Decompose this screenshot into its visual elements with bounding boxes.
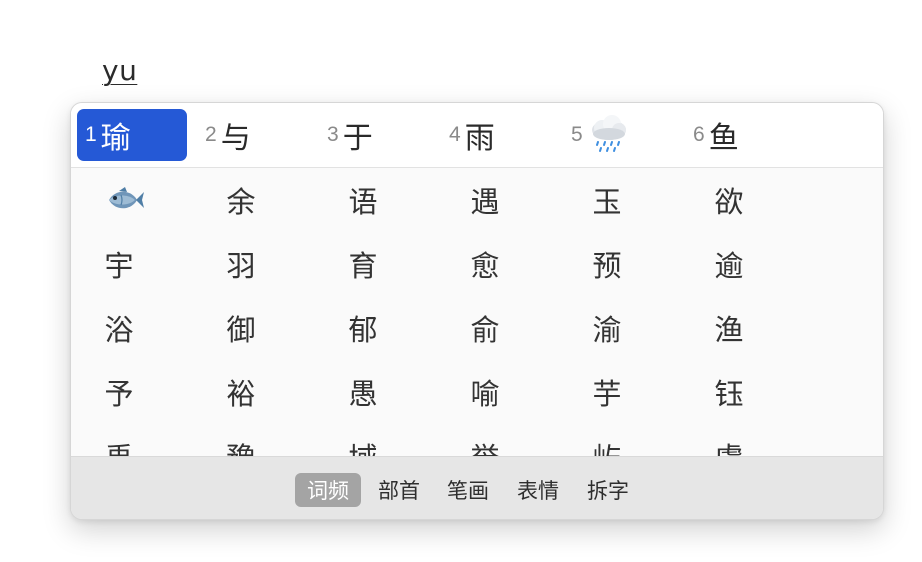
candidate-grid: 余 语 遇 玉 欲 宇 羽 育 愈 预 逾 浴 御 郁 俞 渝 渔 予 裕 愚 … [71, 168, 883, 456]
grid-cell[interactable]: 遇 [455, 168, 515, 231]
candidate-3[interactable]: 3 于 [319, 109, 429, 161]
grid-cell[interactable]: 予 [89, 360, 149, 423]
candidate-5[interactable]: 5 [563, 109, 673, 161]
tab-emoji[interactable]: 表情 [510, 473, 566, 507]
grid-cell[interactable]: 欲 [699, 168, 759, 231]
candidate-2[interactable]: 2 与 [197, 109, 307, 161]
grid-cell[interactable]: 屿 [577, 424, 637, 457]
grid-cell[interactable]: 羽 [211, 232, 271, 295]
grid-cell[interactable]: 浴 [89, 296, 149, 359]
tab-radical[interactable]: 部首 [371, 473, 427, 507]
ime-screen: yu 1 瑜 2 与 3 于 4 雨 5 6 鱼 余 语 遇 玉 欲 宇 羽 育… [0, 0, 922, 562]
grid-cell[interactable]: 愚 [333, 360, 393, 423]
rain-cloud-icon [591, 115, 626, 152]
candidate-number: 6 [693, 123, 705, 146]
grid-cell[interactable]: 裕 [211, 360, 271, 423]
candidate-char: 与 [220, 121, 251, 156]
grid-cell[interactable]: 域 [333, 424, 393, 457]
grid-cell[interactable]: 渔 [699, 296, 759, 359]
tab-word-frequency[interactable]: 词频 [295, 473, 361, 507]
grid-cell[interactable]: 玉 [577, 168, 637, 231]
candidate-top-row: 1 瑜 2 与 3 于 4 雨 5 6 鱼 [71, 103, 883, 168]
grid-cell[interactable]: 禹 [89, 424, 149, 457]
candidate-number: 4 [449, 123, 461, 146]
grid-cell[interactable]: 预 [577, 232, 637, 295]
grid-cell[interactable]: 御 [211, 296, 271, 359]
grid-cell[interactable]: 钰 [699, 360, 759, 423]
grid-cell[interactable]: 郁 [333, 296, 393, 359]
grid-row: 余 语 遇 玉 欲 [71, 168, 883, 233]
candidate-number: 1 [85, 123, 97, 146]
candidate-4[interactable]: 4 雨 [441, 109, 551, 161]
grid-row-partial: 禹 豫 域 誉 屿 虞 [71, 424, 883, 456]
candidate-number: 5 [571, 123, 583, 146]
grid-cell[interactable]: 渝 [577, 296, 637, 359]
candidate-panel: 1 瑜 2 与 3 于 4 雨 5 6 鱼 余 语 遇 玉 欲 宇 羽 育 愈 … [70, 102, 884, 520]
candidate-1[interactable]: 1 瑜 [77, 109, 187, 161]
candidate-char: 于 [342, 121, 373, 156]
grid-row: 予 裕 愚 喻 芋 钰 [71, 360, 883, 425]
grid-cell-fish[interactable] [95, 168, 155, 231]
composition-text: yu [102, 54, 138, 87]
grid-cell[interactable]: 芋 [577, 360, 637, 423]
grid-cell[interactable]: 俞 [455, 296, 515, 359]
candidate-6[interactable]: 6 鱼 [685, 109, 795, 161]
fish-icon [109, 186, 144, 208]
grid-cell[interactable]: 育 [333, 232, 393, 295]
grid-cell[interactable]: 逾 [699, 232, 759, 295]
candidate-char: 鱼 [708, 121, 739, 156]
sort-tabs-bar: 词频 部首 笔画 表情 拆字 [71, 456, 883, 519]
candidate-number: 2 [205, 123, 217, 146]
tab-split-char[interactable]: 拆字 [580, 473, 636, 507]
grid-row: 宇 羽 育 愈 预 逾 [71, 232, 883, 297]
grid-row: 浴 御 郁 俞 渝 渔 [71, 296, 883, 361]
tab-stroke[interactable]: 笔画 [440, 473, 496, 507]
grid-cell[interactable]: 豫 [211, 424, 271, 457]
grid-cell[interactable]: 语 [333, 168, 393, 231]
candidate-char: 雨 [464, 121, 495, 156]
grid-cell[interactable]: 虞 [699, 424, 759, 457]
grid-cell[interactable]: 誉 [455, 424, 515, 457]
grid-cell[interactable]: 余 [211, 168, 271, 231]
grid-cell[interactable]: 喻 [455, 360, 515, 423]
grid-cell[interactable]: 宇 [89, 232, 149, 295]
grid-cell[interactable]: 愈 [455, 232, 515, 295]
candidate-number: 3 [327, 123, 339, 146]
candidate-char: 瑜 [100, 121, 131, 156]
